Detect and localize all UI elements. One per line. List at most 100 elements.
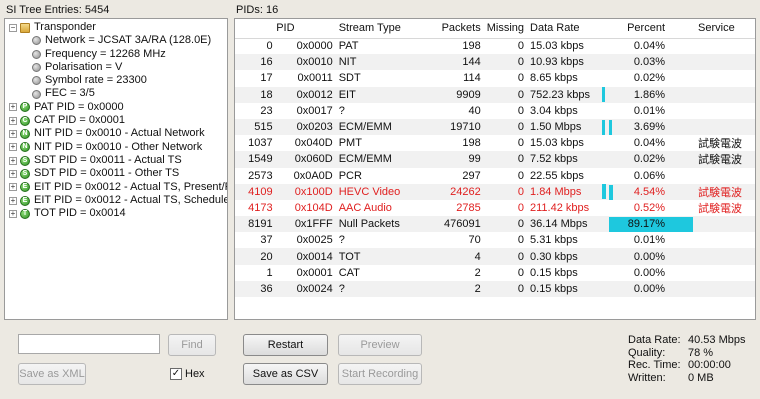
data-rate-cell: 0.30 kbps (527, 248, 610, 265)
stream-type-cell: ECM/EMM (335, 151, 420, 168)
pid-row[interactable]: 1037 0x040D PMT 198 0 15.03 kbps 0.04% 試験電波 (235, 135, 755, 151)
stream-type-cell: PCR (338, 169, 362, 182)
percent-cell: 0.02% (609, 70, 695, 86)
rate-bar (602, 87, 606, 103)
percent-cell: 0.01% (609, 232, 695, 248)
pid-row[interactable]: 20 0x0014 TOT 4 0 0.30 kbps 0.00% (235, 248, 755, 265)
missing-cell: 0 (483, 86, 528, 103)
tree-node-label: Network = JCSAT 3A/RA (128.0E) (45, 34, 212, 47)
col-header-stream-type[interactable]: Stream Type (335, 19, 420, 39)
tree-node[interactable]: + E EIT PID = 0x0012 - Actual TS, Schedule (5, 194, 227, 207)
data-rate-value: 7.52 kbps (530, 153, 578, 166)
col-header-percent[interactable]: Percent (609, 19, 696, 39)
percent-cell: 89.17% (609, 216, 696, 233)
tree-node[interactable]: Network = JCSAT 3A/RA (128.0E) (5, 34, 227, 47)
col-header-packets[interactable]: Packets (419, 19, 484, 39)
packets-cell: 9909 (419, 86, 484, 103)
tree-node[interactable]: + N NIT PID = 0x0010 - Other Network (5, 141, 227, 154)
tree-node-label: NIT PID = 0x0010 - Other Network (34, 140, 203, 153)
pid-row[interactable]: 0 0x0000 PAT 198 0 15.03 kbps 0.04% (235, 38, 755, 54)
data-rate-cell: 36.14 Mbps (527, 216, 610, 233)
data-rate-cell: 15.03 kbps (527, 38, 609, 54)
pid-row[interactable]: 1 0x0001 CAT 2 0 0.15 kbps 0.00% (235, 265, 755, 281)
collapse-icon[interactable]: − (9, 23, 17, 32)
pid-hex-cell: 0x104D (294, 201, 333, 214)
tree-node[interactable]: + N NIT PID = 0x0010 - Actual Network (5, 127, 227, 140)
save-as-xml-button[interactable]: Save as XML (18, 363, 86, 385)
col-header-data-rate[interactable]: Data Rate (527, 19, 610, 39)
hex-checkbox[interactable]: ✓ (170, 368, 182, 380)
pid-row[interactable]: 2573 0x0A0D PCR 297 0 22.55 kbps 0.06% (235, 168, 755, 184)
tree-node[interactable]: + C CAT PID = 0x0001 (5, 114, 227, 127)
tree-node[interactable]: + S SDT PID = 0x0011 - Other TS (5, 167, 227, 180)
service-cell (695, 38, 755, 54)
tree-node-label: Symbol rate = 23300 (45, 74, 147, 87)
find-input[interactable] (18, 334, 160, 354)
percent-value: 3.69% (633, 121, 666, 134)
pid-hex-cell: 0x0012 (275, 86, 336, 103)
pid-row[interactable]: 16 0x0010 NIT 144 0 10.93 kbps 0.03% (235, 54, 755, 71)
data-rate-value: 15.03 kbps (530, 40, 584, 53)
tree-node-label: CAT PID = 0x0001 (34, 114, 126, 127)
tree-node[interactable]: Polarisation = V (5, 61, 227, 74)
expand-icon[interactable]: + (9, 143, 17, 152)
pid-row[interactable]: 36 0x0024? 2 0 0.15 kbps 0.00% (235, 280, 755, 297)
tree-node[interactable]: + T TOT PID = 0x0014 (5, 207, 227, 220)
stat-value: 40.53 Mbps (688, 334, 746, 346)
col-header-missing[interactable]: Missing (483, 19, 528, 39)
find-button[interactable]: Find (168, 334, 216, 356)
tree-node[interactable]: Symbol rate = 23300 (5, 74, 227, 87)
expand-icon[interactable]: + (9, 103, 17, 112)
si-tree-panel[interactable]: − Transponder Network = JCSAT 3A/RA (128.0… (4, 18, 228, 320)
expand-icon[interactable]: + (9, 130, 17, 139)
packets-cell: 144 (419, 54, 484, 71)
start-recording-button[interactable]: Start Recording (338, 363, 422, 385)
pid-row[interactable]: 4109 0x100D HEVC Video 24262 0 1.84 Mbps 4.54%… (235, 183, 755, 200)
pid-row[interactable]: 4173 0x104D AAC Audio 2785 0 211.42 kbps 0.52%… (235, 200, 755, 216)
percent-value: 89.17% (627, 218, 666, 231)
percent-value: 0.02% (633, 153, 666, 166)
tree-node[interactable]: + S SDT PID = 0x0011 - Actual TS (5, 154, 227, 167)
pid-row[interactable]: 515 0x0203 ECM/EMM 19710 0 1.50 Mbps 3.69% (235, 118, 755, 136)
expand-icon[interactable]: + (9, 156, 17, 165)
pid-decimal-cell: 17 (260, 72, 273, 85)
save-as-csv-button[interactable]: Save as CSV (243, 363, 328, 385)
packets-cell: 24262 (419, 183, 484, 200)
stream-type-cell: PAT (338, 40, 359, 53)
pid-row[interactable]: 18 0x0012 EIT 9909 0 752.23 kbps 1.86% (235, 86, 755, 103)
pid-hex-cell: 0x0A0D (293, 169, 333, 182)
restart-button[interactable]: Restart (243, 334, 328, 356)
expand-icon[interactable]: + (9, 209, 17, 218)
tree-node[interactable]: FEC = 3/5 (5, 87, 227, 100)
data-rate-cell: 0.15 kbps (527, 265, 609, 281)
preview-button[interactable]: Preview (338, 334, 422, 356)
expand-icon[interactable]: + (9, 183, 17, 192)
pid-row[interactable]: 1549 0x060D ECM/EMM 99 0 7.52 kbps 0.02% 試験電波 (235, 151, 755, 168)
expand-icon[interactable]: + (9, 116, 17, 125)
tree-node[interactable]: + E EIT PID = 0x0012 - Actual TS, Present/… (5, 181, 227, 194)
col-header-pid[interactable]: PID (235, 19, 336, 39)
pid-icon: N (20, 129, 30, 140)
pid-row[interactable]: 23 0x0017? 40 0 3.04 kbps 0.01% (235, 103, 755, 119)
pid-row[interactable]: 17 0x0011 SDT 114 0 8.65 kbps 0.02% (235, 70, 755, 86)
packets-cell: 4 (419, 248, 484, 265)
expand-icon[interactable]: + (9, 196, 17, 205)
tree-node[interactable]: + P PAT PID = 0x0000 (5, 101, 227, 114)
percent-value: 0.01% (633, 234, 666, 247)
tree-node[interactable]: − Transponder (5, 21, 227, 34)
pid-table-panel[interactable]: PID Stream Type Packets Missing Data Rat… (234, 18, 756, 320)
pid-decimal-cell: 2573 (248, 169, 273, 182)
missing-cell: 0 (483, 118, 528, 136)
percent-bar (609, 184, 614, 200)
tree-node[interactable]: Frequency = 12268 MHz (5, 48, 227, 61)
expand-icon[interactable]: + (9, 169, 17, 178)
stream-type-cell: HEVC Video (335, 183, 420, 200)
col-header-service[interactable]: Service (695, 19, 755, 39)
pid-table: PID Stream Type Packets Missing Data Rat… (235, 19, 755, 297)
pid-row[interactable]: 8191 0x1FFF Null Packets 476091 0 36.14 Mbps 8… (235, 216, 755, 233)
pid-row[interactable]: 37 0x0025? 70 0 5.31 kbps 0.01% (235, 232, 755, 248)
packets-cell: 2785 (456, 201, 481, 214)
percent-value: 0.00% (633, 266, 666, 279)
missing-cell: 0 (517, 104, 525, 117)
missing-cell: 0 (517, 137, 525, 150)
